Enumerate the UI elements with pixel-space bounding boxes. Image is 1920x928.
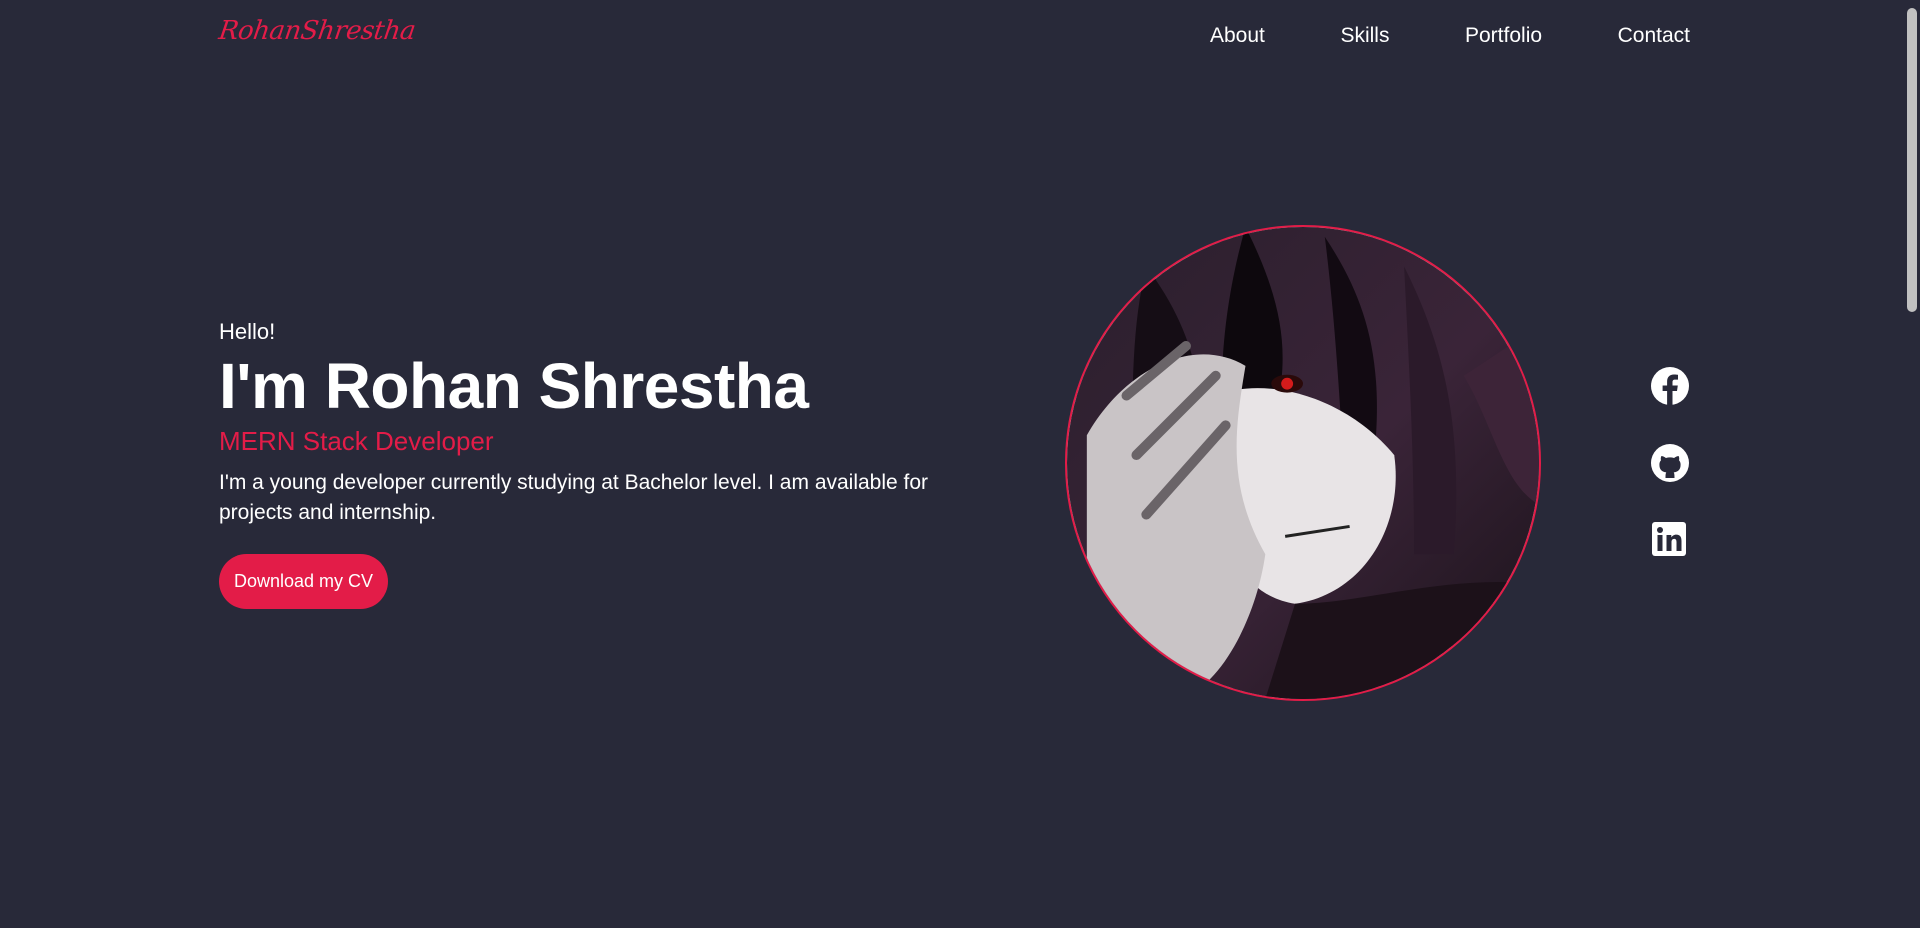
hero-description: I'm a young developer currently studying… — [219, 471, 929, 524]
page-scrollbar[interactable] — [1900, 0, 1920, 928]
hero-role: MERN Stack Developer — [219, 426, 494, 456]
avatar-illustration — [1067, 227, 1539, 699]
main-nav: About Skills Portfolio Contact — [1160, 24, 1690, 48]
github-icon — [1651, 444, 1689, 482]
nav-link-contact[interactable]: Contact — [1618, 24, 1690, 48]
site-header: RohanShrestha About Skills Portfolio Con… — [0, 0, 1900, 78]
linkedin-link[interactable] — [1650, 520, 1690, 560]
profile-avatar — [1065, 225, 1541, 701]
nav-link-skills[interactable]: Skills — [1340, 24, 1389, 48]
facebook-link[interactable] — [1650, 366, 1690, 406]
hero-section: Hello! I'm Rohan Shrestha MERN Stack Dev… — [219, 318, 979, 609]
scrollbar-thumb[interactable] — [1907, 8, 1917, 312]
nav-link-about[interactable]: About — [1210, 24, 1265, 48]
facebook-icon — [1651, 367, 1689, 405]
nav-link-portfolio[interactable]: Portfolio — [1465, 24, 1542, 48]
site-logo[interactable]: RohanShrestha — [217, 16, 417, 46]
download-cv-button[interactable]: Download my CV — [219, 554, 389, 609]
hero-name: I'm Rohan Shrestha — [219, 350, 809, 422]
hero-greeting: Hello! — [219, 319, 276, 344]
social-links — [1650, 366, 1690, 597]
github-link[interactable] — [1650, 443, 1690, 483]
page: RohanShrestha About Skills Portfolio Con… — [0, 0, 1920, 928]
linkedin-icon — [1652, 522, 1686, 556]
